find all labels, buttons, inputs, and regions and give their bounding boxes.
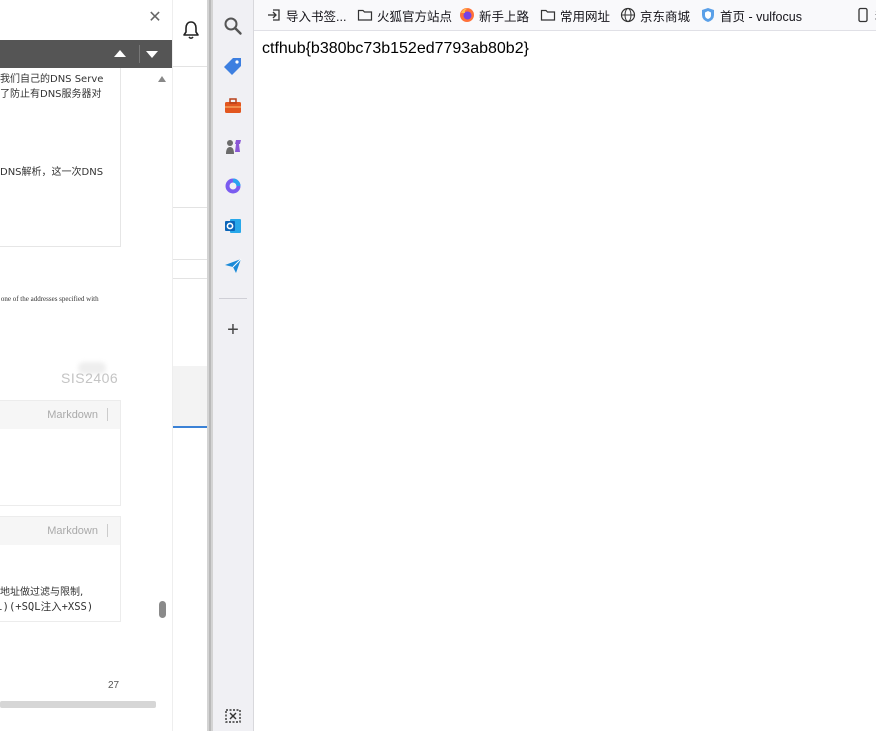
shield-icon: [702, 8, 714, 22]
bookmark-label: 常用网址: [560, 9, 611, 24]
bookmark-import[interactable]: 导入书签...: [266, 6, 346, 24]
editor-header-1: Markdown: [0, 400, 121, 430]
caret-down-icon: [146, 51, 158, 58]
copilot-icon[interactable]: [223, 176, 243, 196]
popup-header: ✕: [0, 0, 172, 40]
bookmark-label: 京东商城: [640, 9, 691, 24]
bookmark-common-sites[interactable]: 常用网址: [540, 6, 610, 24]
editor-header-2: Markdown: [0, 516, 121, 546]
globe-icon: [620, 7, 636, 23]
bookmarks-toolbar: 导入书签... 火狐官方站点 新手上路 常用网址 京东商城 首页 - vulfo…: [254, 0, 876, 31]
doc-scroll-up-icon[interactable]: [158, 76, 166, 82]
add-icon[interactable]: +: [223, 320, 243, 340]
divider: [173, 259, 207, 260]
scroll-down-button[interactable]: [144, 46, 160, 62]
editor-body-1[interactable]: [0, 429, 121, 506]
popup-toolbar: [0, 40, 172, 68]
bookmark-vulfocus[interactable]: 首页 - vulfocus: [700, 6, 802, 24]
close-icon[interactable]: ✕: [148, 10, 162, 26]
doc-line-1: 们我们自己的DNS Serve: [0, 74, 104, 85]
folder-icon: [540, 9, 556, 21]
screenshot-icon[interactable]: [223, 706, 243, 726]
outlook-icon[interactable]: [223, 216, 243, 236]
firefox-icon: [460, 8, 474, 22]
tag-icon[interactable]: [223, 56, 243, 76]
editor-body-2[interactable]: 标地址做过滤与限制, ll)(+SQL注入+XSS): [0, 545, 121, 622]
doc-line-3: 行DNS解析，这一次DNS: [0, 167, 104, 178]
page-number: 27: [108, 680, 120, 691]
browser-sidebar: +: [213, 0, 254, 731]
editor-divider: [107, 408, 108, 421]
divider: [173, 66, 207, 67]
vertical-scrollbar-thumb[interactable]: [159, 601, 166, 618]
selected-row[interactable]: [173, 366, 207, 426]
bookmark-label: 导入书签...: [286, 9, 347, 24]
bookmark-getting-started[interactable]: 新手上路: [459, 6, 529, 24]
document-text-box: 们我们自己的DNS Serve 为了防止有DNS服务器对 行DNS解析，这一次D…: [0, 68, 121, 247]
chess-icon[interactable]: [223, 136, 243, 156]
toolbar-divider: [139, 45, 140, 63]
editor-line-2: ll)(+SQL注入+XSS): [0, 601, 94, 613]
bookmark-mobile[interactable]: 移: [855, 6, 876, 24]
horizontal-scrollbar[interactable]: [0, 701, 156, 708]
bell-icon[interactable]: [181, 20, 201, 40]
toolbox-icon[interactable]: [223, 96, 243, 116]
send-icon[interactable]: [223, 256, 243, 276]
notification-column: [172, 0, 208, 731]
bookmark-label: 火狐官方站点: [377, 9, 453, 24]
folder-icon: [357, 9, 373, 21]
caret-up-icon: [114, 50, 126, 57]
import-icon: [268, 9, 280, 21]
search-icon[interactable]: [223, 16, 243, 36]
watermark-text: SIS2406: [61, 370, 119, 386]
page-content-text: ctfhub{b380bc73b152ed7793ab80b2}: [262, 40, 529, 57]
bookmark-label: 首页 - vulfocus: [720, 9, 802, 24]
divider: [173, 278, 207, 279]
sidebar-divider: [219, 298, 247, 299]
bookmark-jd[interactable]: 京东商城: [620, 6, 690, 24]
bookmark-firefox-site[interactable]: 火狐官方站点: [357, 6, 452, 24]
markdown-label[interactable]: Markdown: [47, 409, 98, 421]
editor-divider: [107, 524, 108, 537]
bookmark-label: 新手上路: [479, 9, 530, 24]
doc-line-2: 为了防止有DNS服务器对: [0, 89, 102, 100]
editor-line-1: 标地址做过滤与限制,: [0, 587, 84, 598]
selection-indicator: [173, 426, 207, 428]
document-panel: ✕ 们我们自己的DNS Serve 为了防止有DNS服务器对 行DNS解析，这一…: [0, 0, 172, 731]
serif-text-line: e one of the addresses specified with: [0, 295, 99, 303]
scroll-up-button[interactable]: [112, 46, 128, 62]
mobile-icon: [858, 7, 868, 23]
divider: [173, 207, 207, 208]
markdown-label[interactable]: Markdown: [47, 525, 98, 537]
